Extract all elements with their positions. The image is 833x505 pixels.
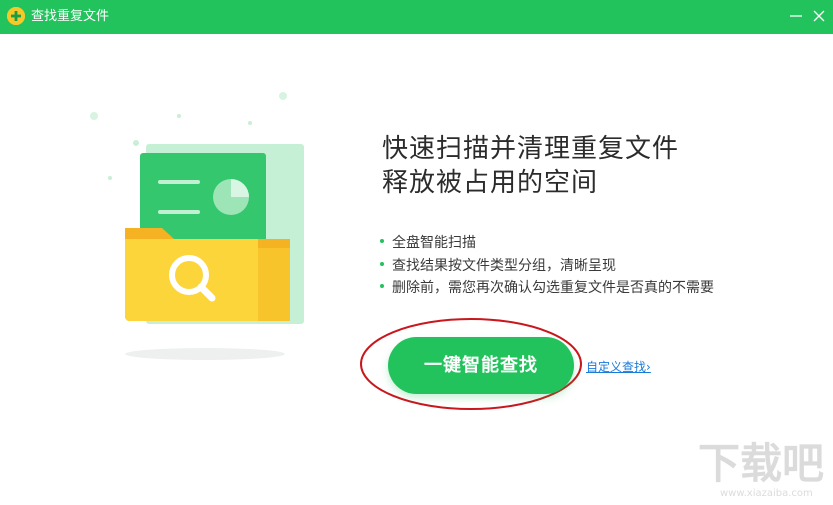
bullet-icon [380,284,384,288]
headline-line-1: 快速扫描并清理重复文件 [382,134,680,164]
custom-search-label: 自定义查找 [586,360,647,374]
chevron-right-icon: › [646,360,651,374]
feature-text: 全盘智能扫描 [392,235,476,251]
feature-list: 全盘智能扫描 查找结果按文件类型分组，清晰呈现 删除前，需您再次确认勾选重复文件… [380,232,714,300]
feature-item: 查找结果按文件类型分组，清晰呈现 [380,255,714,278]
headline-line-2: 释放被占用的空间 [382,168,599,198]
window-title: 查找重复文件 [31,9,110,24]
folder-search-illustration [80,80,320,370]
custom-search-link[interactable]: 自定义查找› [586,359,651,375]
bullet-icon [380,261,384,266]
app-window: 查找重复文件 快速扫描并清理重复文件 释放被占用的空间 全盘智能扫描 查找结果按… [0,0,833,505]
close-icon [813,10,825,22]
watermark: 下载吧 www.xiazaiba.com [690,440,830,502]
watermark-logo-text: 下载吧 [698,439,825,488]
title-bar[interactable]: 查找重复文件 [0,0,833,34]
feature-item: 删除前，需您再次确认勾选重复文件是否真的不需要 [380,277,714,300]
watermark-url: www.xiazaiba.com [720,488,813,499]
minimize-button[interactable] [785,5,807,27]
bullet-icon [380,239,384,243]
feature-item: 全盘智能扫描 [380,232,714,255]
feature-text: 删除前，需您再次确认勾选重复文件是否真的不需要 [392,280,714,296]
smart-scan-button[interactable]: 一键智能查找 [388,337,574,394]
minimize-icon [790,15,802,17]
feature-text: 查找结果按文件类型分组，清晰呈现 [392,257,616,274]
app-logo-icon [7,7,25,25]
headline: 快速扫描并清理重复文件 释放被占用的空间 [382,132,679,200]
close-button[interactable] [808,5,830,27]
